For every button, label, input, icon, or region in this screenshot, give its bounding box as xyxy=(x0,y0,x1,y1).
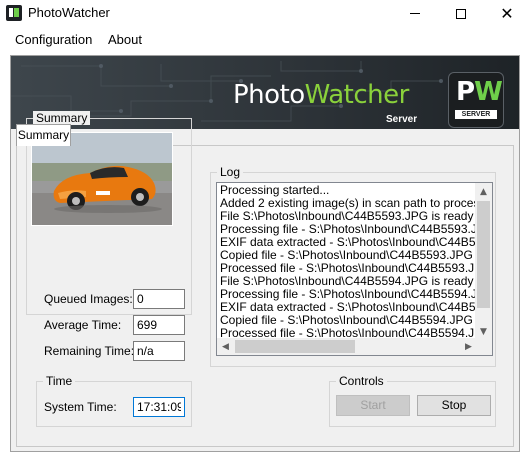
banner-title-watcher: Watcher xyxy=(304,80,410,110)
close-icon: ✕ xyxy=(500,3,514,23)
pw-logo: PW SERVER xyxy=(448,72,504,128)
time-group-label: Time xyxy=(43,374,76,388)
queued-images-label: Queued Images: xyxy=(44,292,133,306)
maximize-icon xyxy=(456,8,466,19)
stop-button[interactable]: Stop xyxy=(417,395,491,416)
log-horizontal-scroll-thumb[interactable] xyxy=(235,340,355,353)
menu-configuration[interactable]: Configuration xyxy=(15,32,92,47)
log-group-label: Log xyxy=(217,165,244,179)
menu-bar: Configuration About xyxy=(0,27,530,52)
start-button[interactable]: Start xyxy=(336,395,410,416)
log-textbox[interactable]: Processing started... Added 2 existing im… xyxy=(216,182,493,356)
log-vertical-scroll-thumb[interactable] xyxy=(477,201,490,308)
system-time-field[interactable] xyxy=(133,397,185,417)
log-group: Log Processing started... Added 2 existin… xyxy=(210,165,496,367)
tab-summary[interactable]: Summary xyxy=(16,124,71,146)
minimize-icon xyxy=(410,13,420,14)
remaining-time-field[interactable] xyxy=(133,341,185,361)
banner-title: PhotoWatcher xyxy=(233,80,409,110)
app-icon xyxy=(6,5,22,21)
scroll-corner xyxy=(475,338,492,355)
logo-server-label: SERVER xyxy=(455,110,497,119)
summary-group: Summary xyxy=(26,111,192,315)
average-time-field[interactable] xyxy=(133,315,185,335)
controls-group-label: Controls xyxy=(336,374,387,388)
title-bar: PhotoWatcher ✕ xyxy=(0,0,530,27)
car-photo xyxy=(32,133,172,225)
system-time-label: System Time: xyxy=(44,400,117,414)
average-time-label: Average Time: xyxy=(44,318,122,332)
log-lines: Processing started... Added 2 existing im… xyxy=(217,184,475,340)
window-title: PhotoWatcher xyxy=(28,5,110,20)
banner-subtitle: Server xyxy=(386,114,418,125)
summary-group-label: Summary xyxy=(33,111,91,125)
menu-about[interactable]: About xyxy=(108,32,142,47)
scroll-left-icon[interactable]: ◀ xyxy=(217,338,234,355)
logo-letter-w: W xyxy=(474,77,503,107)
minimize-button[interactable] xyxy=(392,0,438,27)
remaining-time-label: Remaining Time: xyxy=(44,344,135,358)
maximize-button[interactable] xyxy=(438,0,484,27)
log-horizontal-scrollbar[interactable]: ◀ ▶ xyxy=(217,338,477,355)
scroll-up-icon[interactable]: ▲ xyxy=(475,183,492,200)
close-button[interactable]: ✕ xyxy=(484,0,530,27)
photo-preview xyxy=(31,132,173,226)
banner-title-photo: Photo xyxy=(233,80,305,110)
log-vertical-scrollbar[interactable]: ▲ ▼ xyxy=(475,183,492,340)
queued-images-field[interactable] xyxy=(133,289,185,309)
logo-letter-p: P xyxy=(456,77,475,107)
